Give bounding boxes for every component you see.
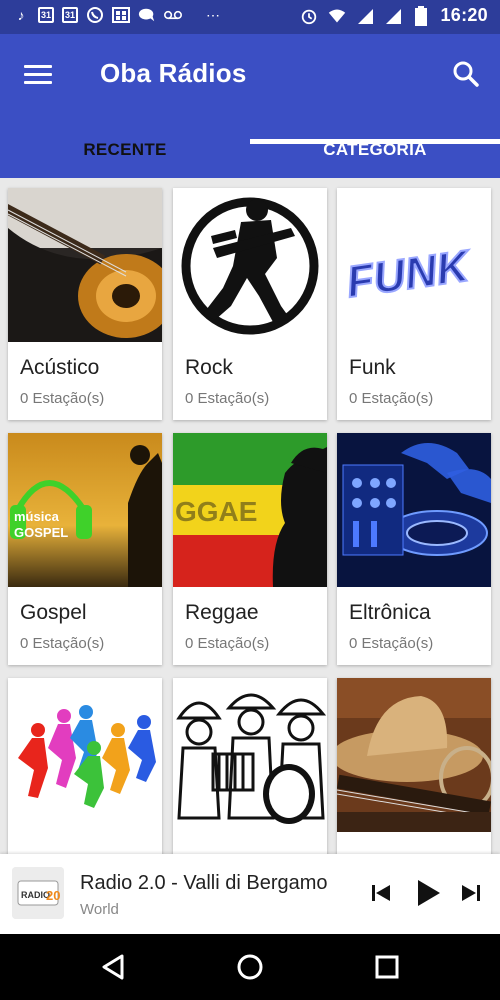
- category-card-eletronica[interactable]: Eltrônica 0 Estação(s): [337, 433, 491, 665]
- category-name: Rock: [185, 356, 233, 379]
- category-card-reggae[interactable]: GGAE Reggae 0 Estação(s): [173, 433, 327, 665]
- menu-icon[interactable]: [22, 60, 54, 88]
- tab-indicator: [250, 139, 500, 144]
- player-station-title: Radio 2.0 - Valli di Bergamo: [80, 872, 328, 894]
- category-card-sertanejo[interactable]: [337, 678, 491, 854]
- skip-next-icon[interactable]: [454, 876, 488, 910]
- svg-text:GOSPEL: GOSPEL: [14, 525, 68, 540]
- status-bar-notifications: ♪ 31 31 ⋯: [12, 6, 222, 24]
- category-name: Acústico: [20, 356, 100, 379]
- category-station-count: 0 Estação(s): [349, 390, 434, 407]
- dj-mixer-image: [337, 433, 491, 587]
- skip-previous-icon[interactable]: [364, 876, 398, 910]
- acoustic-guitar-image: [8, 188, 162, 342]
- funk-logo-image: FUNK: [337, 188, 491, 342]
- tab-bar: RECENTE CATEGORIA: [0, 122, 500, 178]
- alarm-icon: [300, 7, 318, 25]
- station-logo: RADIO 20: [12, 867, 64, 919]
- svg-text:20: 20: [46, 888, 60, 903]
- search-icon[interactable]: [448, 56, 484, 92]
- recents-icon[interactable]: [370, 950, 404, 984]
- status-time: 16:20: [440, 5, 488, 25]
- category-station-count: 0 Estação(s): [20, 635, 105, 652]
- category-station-count: 0 Estação(s): [185, 635, 270, 652]
- signal-icon: [356, 7, 374, 25]
- category-station-count: 0 Estação(s): [185, 390, 270, 407]
- tab-recente[interactable]: RECENTE: [0, 122, 250, 178]
- chat-icon: [138, 6, 156, 24]
- category-card-funk[interactable]: FUNK Funk 0 Estação(s): [337, 188, 491, 420]
- calendar-icon: 31: [62, 7, 78, 23]
- rock-guitarist-image: [173, 188, 327, 342]
- dancers-image: [8, 678, 162, 832]
- category-card-gospel[interactable]: música GOSPEL Gospel 0 Estação(s): [8, 433, 162, 665]
- music-note-icon: ♪: [17, 7, 25, 23]
- category-card-forro[interactable]: [173, 678, 327, 854]
- category-name: Gospel: [20, 601, 87, 624]
- status-bar: ♪ 31 31 ⋯ 16:20: [0, 0, 500, 34]
- category-grid: Acústico 0 Estação(s) Rock 0 Estação(s) …: [0, 178, 500, 854]
- reggae-flag-image: GGAE: [173, 433, 327, 587]
- category-card-rock[interactable]: Rock 0 Estação(s): [173, 188, 327, 420]
- status-bar-system: 16:20: [300, 5, 488, 26]
- mini-player[interactable]: RADIO 20 Radio 2.0 - Valli di Bergamo Wo…: [0, 854, 500, 934]
- battery-icon: [412, 5, 430, 26]
- system-nav-bar: [0, 934, 500, 1000]
- more-icon: ⋯: [206, 6, 220, 23]
- wifi-icon: [328, 7, 346, 25]
- category-station-count: 0 Estação(s): [20, 390, 105, 407]
- whatsapp-icon: [86, 6, 104, 24]
- app-bar: Oba Rádios RECENTE CATEGORIA: [0, 34, 500, 178]
- back-icon[interactable]: [96, 950, 130, 984]
- calendar-icon: 31: [38, 7, 54, 23]
- svg-text:música: música: [14, 509, 60, 524]
- home-icon[interactable]: [233, 950, 267, 984]
- gospel-headphones-image: música GOSPEL: [8, 433, 162, 587]
- forro-band-image: [173, 678, 327, 832]
- gallery-icon: [112, 6, 130, 24]
- player-station-subtitle: World: [80, 901, 119, 918]
- category-card-dance[interactable]: [8, 678, 162, 854]
- country-hat-guitar-image: [337, 678, 491, 832]
- category-name: Reggae: [185, 601, 259, 624]
- play-icon[interactable]: [410, 876, 444, 910]
- category-card-acustico[interactable]: Acústico 0 Estação(s): [8, 188, 162, 420]
- category-name: Funk: [349, 356, 396, 379]
- category-name: Eltrônica: [349, 601, 431, 624]
- voicemail-icon: [164, 6, 182, 24]
- svg-text:GGAE: GGAE: [175, 496, 257, 527]
- category-station-count: 0 Estação(s): [349, 635, 434, 652]
- signal-icon: [384, 7, 402, 25]
- tab-categoria[interactable]: CATEGORIA: [250, 122, 500, 178]
- app-title: Oba Rádios: [100, 58, 247, 88]
